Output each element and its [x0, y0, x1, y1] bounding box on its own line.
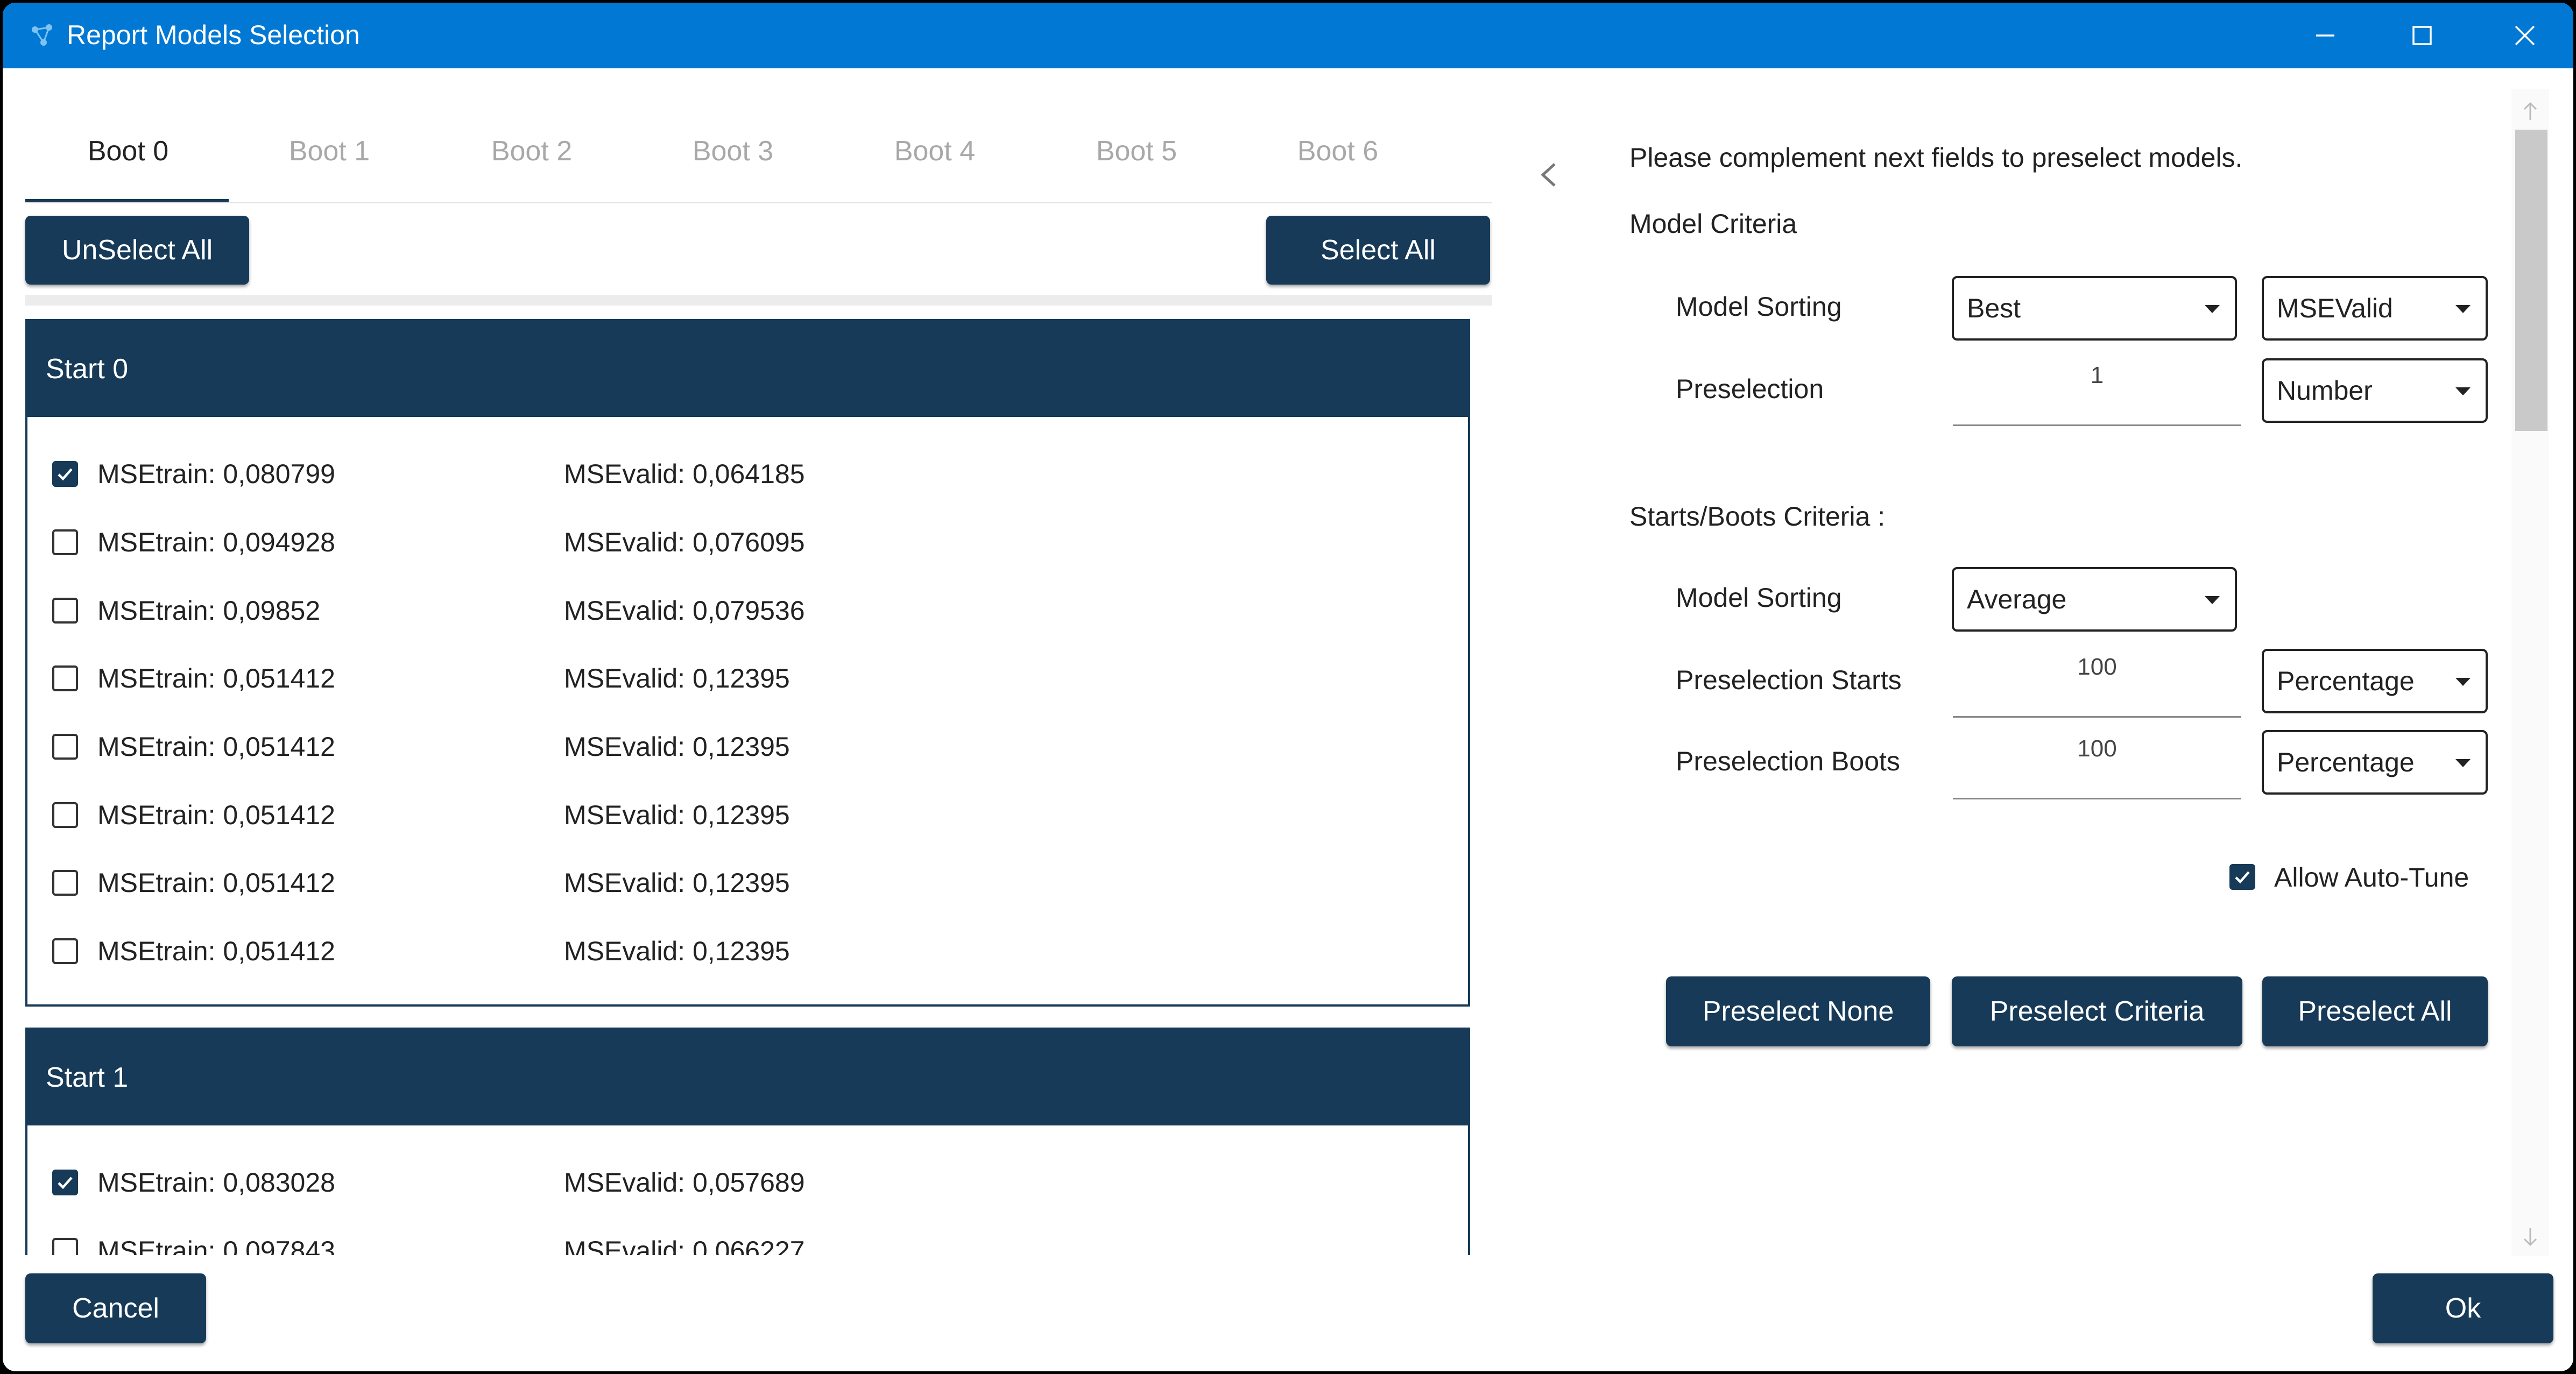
mse-train-value: MSEtrain: 0,09852	[97, 596, 321, 626]
model-row: MSEtrain: 0,097843 MSEvalid: 0,066227	[27, 1226, 1468, 1255]
check-icon	[58, 468, 73, 481]
group-header: Start 1	[27, 1030, 1468, 1125]
model-sorting-value: Best	[1967, 293, 2021, 323]
model-row: MSEtrain: 0,083028 MSEvalid: 0,057689	[27, 1158, 1468, 1212]
mse-valid-value: MSEvalid: 0,12395	[564, 868, 790, 898]
model-checkbox[interactable]	[52, 665, 78, 691]
start-group-1: Start 1 MSEtrain: 0,083028 MSEvalid: 0,0…	[25, 1028, 1470, 1255]
mse-valid-value: MSEvalid: 0,12395	[564, 663, 790, 693]
scroll-up-arrow-icon[interactable]	[2517, 98, 2544, 125]
model-checkbox[interactable]	[52, 529, 78, 555]
starts-boots-sorting-select[interactable]: Average	[1952, 567, 2237, 632]
preselection-boots-unit-select[interactable]: Percentage	[2262, 730, 2488, 795]
group-header: Start 0	[27, 321, 1468, 417]
preselect-criteria-button[interactable]: Preselect Criteria	[1952, 976, 2242, 1046]
preselection-boots-unit-value: Percentage	[2277, 747, 2415, 777]
preselect-none-button[interactable]: Preselect None	[1666, 976, 1930, 1046]
model-row: MSEtrain: 0,051412 MSEvalid: 0,12395	[27, 722, 1468, 776]
chevron-down-icon	[2205, 305, 2220, 313]
ok-button[interactable]: Ok	[2373, 1273, 2553, 1343]
model-checkbox[interactable]	[52, 461, 78, 487]
mse-train-value: MSEtrain: 0,051412	[97, 663, 335, 693]
model-row: MSEtrain: 0,051412 MSEvalid: 0,12395	[27, 790, 1468, 844]
maximize-icon	[2412, 26, 2432, 45]
mse-train-value: MSEtrain: 0,080799	[97, 459, 335, 489]
preselection-boots-input[interactable]: 100	[1953, 735, 2241, 799]
close-button[interactable]	[2476, 3, 2573, 68]
mse-valid-value: MSEvalid: 0,12395	[564, 800, 790, 830]
model-checkbox[interactable]	[52, 870, 78, 896]
preselection-starts-label: Preselection Starts	[1676, 665, 1902, 695]
model-checkbox[interactable]	[52, 1238, 78, 1255]
scroll-down-arrow-icon[interactable]	[2517, 1223, 2544, 1250]
model-row: MSEtrain: 0,094928 MSEvalid: 0,076095	[27, 518, 1468, 571]
model-sorting-select[interactable]: Best	[1952, 276, 2237, 341]
chevron-down-icon	[2455, 759, 2471, 767]
preselection-label: Preselection	[1676, 374, 1824, 404]
preselect-all-button[interactable]: Preselect All	[2262, 976, 2488, 1046]
preselection-unit-select[interactable]: Number	[2262, 358, 2488, 423]
model-checkbox[interactable]	[52, 598, 78, 624]
mse-train-value: MSEtrain: 0,097843	[97, 1236, 335, 1255]
chevron-down-icon	[2455, 305, 2471, 313]
chevron-down-icon	[2455, 678, 2471, 686]
check-icon	[58, 1177, 73, 1189]
model-criteria-heading: Model Criteria	[1629, 209, 1797, 239]
check-icon	[2235, 871, 2250, 884]
preselection-starts-input[interactable]: 100	[1953, 654, 2241, 718]
model-sorting-metric-value: MSEValid	[2277, 293, 2393, 323]
allow-autotune-checkbox[interactable]	[2229, 864, 2255, 890]
chevron-down-icon	[2205, 596, 2220, 604]
mse-train-value: MSEtrain: 0,094928	[97, 527, 335, 557]
models-list[interactable]: Start 0 MSEtrain: 0,080799 MSEvalid: 0,0…	[3, 3, 1492, 1255]
preselection-unit-value: Number	[2277, 376, 2373, 406]
allow-autotune-label: Allow Auto-Tune	[2274, 862, 2469, 893]
starts-boots-heading: Starts/Boots Criteria :	[1629, 501, 1886, 532]
start-group-0: Start 0 MSEtrain: 0,080799 MSEvalid: 0,0…	[25, 319, 1470, 1007]
minimize-button[interactable]	[2277, 3, 2374, 68]
mse-train-value: MSEtrain: 0,051412	[97, 800, 335, 830]
report-models-selection-window: Report Models Selection Boot 0 Boot 1 Bo…	[3, 3, 2573, 1371]
mse-valid-value: MSEvalid: 0,064185	[564, 459, 805, 489]
collapse-panel-chevron-icon[interactable]	[1535, 159, 1562, 191]
model-row: MSEtrain: 0,09852 MSEvalid: 0,079536	[27, 586, 1468, 640]
model-checkbox[interactable]	[52, 734, 78, 760]
scrollbar-thumb[interactable]	[2515, 130, 2547, 431]
model-checkbox[interactable]	[52, 938, 78, 964]
model-row: MSEtrain: 0,080799 MSEvalid: 0,064185	[27, 449, 1468, 503]
mse-train-value: MSEtrain: 0,051412	[97, 868, 335, 898]
model-sorting-label: Model Sorting	[1676, 292, 1842, 322]
mse-valid-value: MSEvalid: 0,066227	[564, 1236, 805, 1255]
preselection-input[interactable]: 1	[1953, 362, 2241, 426]
mse-train-value: MSEtrain: 0,051412	[97, 732, 335, 762]
preselection-starts-unit-select[interactable]: Percentage	[2262, 649, 2488, 713]
mse-valid-value: MSEvalid: 0,079536	[564, 596, 805, 626]
maximize-button[interactable]	[2374, 3, 2471, 68]
mse-valid-value: MSEvalid: 0,076095	[564, 527, 805, 557]
model-checkbox[interactable]	[52, 1170, 78, 1195]
model-row: MSEtrain: 0,051412 MSEvalid: 0,12395	[27, 926, 1468, 980]
close-icon	[2515, 25, 2535, 46]
model-row: MSEtrain: 0,051412 MSEvalid: 0,12395	[27, 858, 1468, 912]
model-sorting-metric-select[interactable]: MSEValid	[2262, 276, 2488, 341]
chevron-down-icon	[2455, 387, 2471, 395]
preselection-starts-unit-value: Percentage	[2277, 666, 2415, 696]
intro-text: Please complement next fields to presele…	[1629, 143, 2243, 173]
cancel-button[interactable]: Cancel	[25, 1273, 206, 1343]
model-row: MSEtrain: 0,051412 MSEvalid: 0,12395	[27, 654, 1468, 707]
mse-train-value: MSEtrain: 0,051412	[97, 936, 335, 966]
starts-boots-sorting-label: Model Sorting	[1676, 583, 1842, 613]
mse-train-value: MSEtrain: 0,083028	[97, 1167, 335, 1198]
preselection-boots-label: Preselection Boots	[1676, 746, 1900, 776]
model-checkbox[interactable]	[52, 802, 78, 828]
mse-valid-value: MSEvalid: 0,12395	[564, 732, 790, 762]
starts-boots-sorting-value: Average	[1967, 584, 2067, 614]
mse-valid-value: MSEvalid: 0,057689	[564, 1167, 805, 1198]
minimize-icon	[2316, 34, 2334, 37]
mse-valid-value: MSEvalid: 0,12395	[564, 936, 790, 966]
